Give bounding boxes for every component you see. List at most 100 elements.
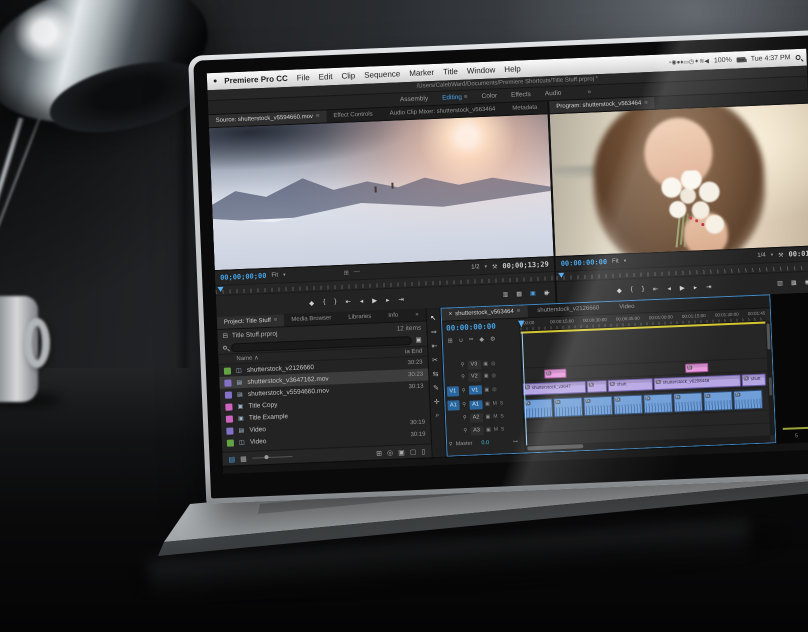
video-clip[interactable]: fxshutterstock_v6208448 bbox=[653, 375, 740, 391]
clear-icon[interactable]: ▯ bbox=[421, 447, 425, 455]
settings-wrench-icon[interactable]: ⚒ bbox=[778, 251, 784, 258]
bin-name[interactable]: Title Stuff.prproj bbox=[232, 330, 278, 339]
clip-name[interactable]: shutterstock_v2126660 bbox=[247, 364, 314, 374]
play-button[interactable]: ▶ bbox=[372, 296, 377, 304]
workspace-tab[interactable]: Color bbox=[481, 92, 497, 100]
step-forward-button[interactable]: ▸ bbox=[386, 295, 390, 303]
source-patch[interactable] bbox=[446, 360, 458, 370]
menu-item[interactable]: Help bbox=[504, 64, 521, 74]
source-patch[interactable] bbox=[446, 372, 458, 382]
track-target-toggle[interactable]: V1 bbox=[468, 385, 481, 395]
thumbnail-zoom-slider[interactable] bbox=[253, 456, 293, 459]
menu-item[interactable]: Edit bbox=[319, 72, 333, 82]
timeline-settings-icon[interactable]: ⚙ bbox=[490, 335, 496, 342]
source-timecode[interactable]: 00;00;00;00 bbox=[220, 272, 267, 282]
master-level-value[interactable]: 0.0 bbox=[481, 440, 489, 446]
mark-in-button[interactable]: { bbox=[631, 286, 633, 293]
lock-icon[interactable]: ⚲ bbox=[462, 387, 466, 393]
label-color-swatch[interactable] bbox=[225, 403, 232, 410]
automate-to-sequence-icon[interactable]: ⊞ bbox=[376, 449, 382, 457]
clip-name[interactable]: Video bbox=[250, 438, 267, 446]
selection-tool[interactable]: ↖ bbox=[430, 314, 436, 322]
video-clip[interactable]: fxshutt bbox=[607, 378, 652, 392]
mark-in-button[interactable]: { bbox=[323, 299, 325, 306]
timeline-timecode[interactable]: 00:00:00:00 bbox=[446, 322, 496, 333]
audio-clip[interactable]: fx bbox=[733, 390, 763, 410]
insert-button[interactable]: ▥ bbox=[503, 291, 509, 298]
audio-clip[interactable]: fx bbox=[673, 392, 703, 412]
sync-lock-icon[interactable]: ▣ bbox=[485, 401, 490, 407]
column-media-end[interactable]: ia End bbox=[405, 348, 422, 355]
track-target-toggle[interactable]: A1 bbox=[469, 400, 482, 410]
button-editor-icon[interactable]: + bbox=[545, 288, 550, 297]
safe-margins-icon[interactable]: ⊞ bbox=[344, 269, 349, 276]
add-marker-button[interactable]: ◆ bbox=[617, 286, 622, 294]
panel-tab[interactable]: Effect Controls bbox=[326, 108, 383, 122]
new-item-icon[interactable]: ▢ bbox=[410, 447, 417, 455]
master-track-header[interactable]: ⚲ Master 0.0 ⊶ bbox=[447, 436, 524, 451]
timeline-tracks-area[interactable]: 00:0000:00:15:0000:00:30:0000:00:45:0000… bbox=[520, 308, 775, 452]
zoom-tool[interactable]: ⌕ bbox=[435, 412, 439, 420]
audio-clip[interactable]: fx bbox=[613, 395, 643, 415]
source-playhead[interactable] bbox=[217, 287, 223, 292]
go-to-in-button[interactable]: ⇤ bbox=[345, 297, 351, 305]
apple-menu-icon[interactable]: ● bbox=[213, 78, 218, 85]
track-visibility-icon[interactable]: ◎ bbox=[491, 373, 496, 379]
step-back-button[interactable]: ◂ bbox=[667, 284, 671, 292]
step-forward-button[interactable]: ▸ bbox=[694, 283, 698, 291]
audio-clip[interactable]: fx bbox=[523, 398, 553, 418]
playback-resolution-dropdown[interactable]: 1/4 bbox=[757, 252, 766, 258]
add-marker-button[interactable]: ◆ bbox=[309, 299, 314, 307]
mute-button[interactable]: M bbox=[493, 414, 497, 420]
export-frame-button[interactable]: ▣ bbox=[530, 290, 536, 297]
sync-lock-icon[interactable]: ▣ bbox=[485, 414, 490, 420]
audio-clip[interactable]: fx bbox=[583, 396, 613, 416]
drag-video-icon[interactable]: — bbox=[354, 269, 360, 276]
clip-name[interactable]: Title Example bbox=[249, 413, 288, 422]
volume-icon[interactable]: ◀ bbox=[704, 59, 709, 65]
clip-name[interactable]: shutterstock_v3647162.mov bbox=[247, 375, 329, 385]
workspace-tab[interactable]: Assembly bbox=[400, 95, 428, 103]
track-select-forward-tool[interactable]: ⇒ bbox=[431, 328, 437, 336]
track-target-toggle[interactable]: A2 bbox=[469, 413, 482, 423]
track-visibility-icon[interactable]: ◎ bbox=[491, 361, 496, 367]
source-patch[interactable]: A1 bbox=[447, 400, 459, 410]
sync-lock-icon[interactable]: ▣ bbox=[483, 361, 488, 367]
clip-name[interactable]: Title Copy bbox=[248, 401, 277, 409]
pen-tool[interactable]: ✎ bbox=[433, 384, 439, 392]
razor-tool[interactable]: ✂ bbox=[432, 356, 438, 364]
panel-tab[interactable]: Libraries bbox=[341, 310, 381, 324]
video-clip[interactable]: fxshutt bbox=[741, 374, 765, 387]
label-color-swatch[interactable] bbox=[224, 367, 231, 374]
mark-out-button[interactable]: } bbox=[334, 298, 336, 305]
fit-dropdown[interactable]: Fit bbox=[271, 272, 278, 278]
menu-item[interactable]: Clip bbox=[341, 71, 355, 81]
clip-name[interactable]: Video bbox=[249, 426, 266, 434]
track-visibility-icon[interactable]: ◎ bbox=[492, 386, 497, 392]
column-name[interactable]: Name bbox=[236, 355, 252, 362]
new-bin-icon[interactable]: ▣ bbox=[398, 448, 405, 456]
snap-icon[interactable]: ∪ bbox=[459, 336, 464, 343]
hand-tool[interactable]: ✛ bbox=[434, 398, 440, 406]
lock-icon[interactable]: ⚲ bbox=[462, 402, 466, 408]
filter-bin-icon[interactable]: ▣ bbox=[415, 336, 421, 344]
label-color-swatch[interactable] bbox=[227, 439, 234, 446]
find-icon[interactable]: ◎ bbox=[387, 448, 393, 456]
label-color-swatch[interactable] bbox=[225, 391, 232, 398]
workspace-tab[interactable]: Audio bbox=[545, 90, 562, 98]
menu-item[interactable]: Sequence bbox=[364, 69, 400, 79]
audio-clip[interactable]: fx bbox=[643, 393, 673, 413]
mute-button[interactable]: M bbox=[494, 427, 498, 433]
source-patch[interactable] bbox=[448, 413, 460, 423]
panel-overflow-icon[interactable]: » bbox=[408, 308, 426, 321]
label-color-swatch[interactable] bbox=[224, 379, 231, 386]
list-view-icon[interactable]: ▤ bbox=[228, 455, 235, 463]
menu-bar-clock[interactable]: Tue 4:37 PM bbox=[751, 54, 791, 63]
program-playhead[interactable] bbox=[558, 273, 564, 278]
icon-view-icon[interactable]: ▦ bbox=[240, 454, 247, 462]
fit-dropdown[interactable]: Fit bbox=[612, 259, 619, 265]
overwrite-button[interactable]: ▦ bbox=[516, 291, 522, 298]
nest-insert-toggle-icon[interactable]: ⊞ bbox=[448, 337, 453, 344]
workspace-tab[interactable]: Editing ≡ bbox=[442, 94, 468, 102]
lock-icon[interactable]: ⚲ bbox=[463, 415, 467, 421]
